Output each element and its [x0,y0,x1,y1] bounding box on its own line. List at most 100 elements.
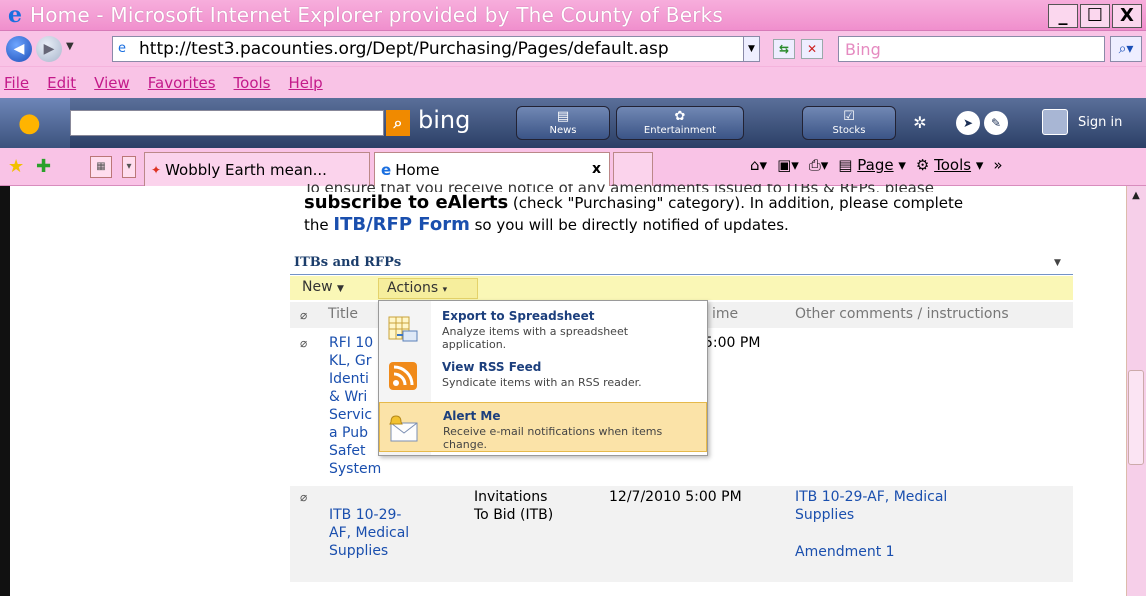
chevron-right-icon[interactable]: » [993,156,1002,174]
back-button[interactable]: ◀ [6,36,32,62]
add-favorites-icon[interactable]: ✚ [36,156,51,177]
scroll-up-icon[interactable]: ▲ [1128,190,1144,208]
actions-dropdown-menu: Export to Spreadsheet Analyze items with… [378,300,708,456]
settings-gear-icon[interactable]: ✲ [908,111,932,135]
tab-wobbly-earth[interactable]: ✦ Wobbly Earth mean... [144,152,370,186]
menu-item-view-rss[interactable]: View RSS Feed Syndicate items with an RS… [379,354,707,400]
scroll-thumb[interactable] [1128,370,1144,465]
page-menu-label: Page [857,156,894,174]
command-bar: ⌂▾ ▣▾ ⎙▾ ▤ Page ▾ ⚙ Tools ▾ » [750,156,1003,174]
intro-text: To ensure that you receive notice of any… [304,184,1084,236]
search-input[interactable] [839,37,1104,61]
subscribe-text: subscribe to eAlerts [304,192,509,213]
page-icon: e [118,41,126,56]
spreadsheet-icon [388,316,418,342]
bing-search-icon[interactable]: ⌕ [386,110,410,136]
alert-icon [389,415,418,442]
minimize-button[interactable]: _ [1048,4,1078,28]
menu-item-alert-me[interactable]: Alert Me Receive e-mail notifications wh… [379,402,707,452]
tab-home[interactable]: e Home x [374,152,610,186]
cursor-icon[interactable]: ➤ [956,111,980,135]
address-url[interactable]: http://test3.pacounties.org/Dept/Purchas… [139,39,739,59]
stocks-label: Stocks [832,125,866,136]
amendment-link[interactable]: Amendment 1 [795,543,895,561]
page-menu[interactable]: ▤ Page ▾ [838,156,906,174]
new-tab-button[interactable] [613,152,653,186]
stocks-button[interactable]: ☑ Stocks [802,106,896,140]
actions-label: Actions [387,280,439,296]
menu-file[interactable]: File [4,74,29,92]
column-comments[interactable]: Other comments / instructions [795,306,1009,322]
feeds-icon[interactable]: ▣▾ [777,156,799,174]
tools-menu[interactable]: ⚙ Tools ▾ [916,156,983,174]
favorites-star-icon[interactable]: ★ [8,156,24,177]
bing-toolbar: ● ⌕ bing ▤ News ✿ Entertainment ☑ Stocks… [0,98,1146,148]
history-dropdown[interactable]: ▼ [66,41,74,52]
stop-button[interactable]: ✕ [801,39,823,59]
wrench-icon[interactable]: ✎ [984,111,1008,135]
row1-time: 5:00 PM [704,335,761,351]
entertainment-button[interactable]: ✿ Entertainment [616,106,744,140]
address-bar[interactable]: e http://test3.pacounties.org/Dept/Purch… [112,36,760,62]
row1-title-line: Servic [329,407,373,423]
home-icon[interactable]: ⌂▾ [750,156,767,174]
menu-view[interactable]: View [94,74,130,92]
close-tab-icon[interactable]: x [592,161,601,177]
new-label: New [302,279,333,295]
tab-list-dropdown[interactable]: ▾ [122,156,136,178]
check-text: (check "Purchasing" category). In additi… [508,194,964,212]
menu-item-title: Alert Me [443,409,501,423]
menu-item-title: View RSS Feed [442,360,542,374]
avatar[interactable] [1042,109,1068,135]
address-toolbar: ◀ ▶ ▼ e http://test3.pacounties.org/Dept… [0,31,1146,66]
menu-item-export-spreadsheet[interactable]: Export to Spreadsheet Analyze items with… [379,303,707,353]
search-icon[interactable]: ⌕▾ [1110,36,1142,62]
new-menu-button[interactable]: New ▼ [302,279,344,295]
bing-search-input[interactable] [70,110,384,136]
tab-bar: ★ ✚ ▦ ▾ ✦ Wobbly Earth mean... e Home x … [0,148,1146,186]
row1-title-line: Identi [329,371,369,387]
column-title[interactable]: Title [328,306,358,322]
row2-title-line: AF, Medical [329,525,410,541]
row1-title-line: Safet [329,443,366,459]
webpart-menu-icon[interactable]: ▼ [1054,258,1061,268]
itb-rfp-form-link[interactable]: ITB/RFP Form [333,214,469,235]
row1-title-link[interactable]: RFI 10 KL, Gr Identi & Wri Servic a Pub … [329,334,381,478]
refresh-button[interactable]: ⇆ [773,39,795,59]
bing-logo: bing [418,106,471,134]
left-border [0,186,10,596]
news-label: News [549,125,577,136]
webpart-title: ITBs and RFPs [294,255,402,270]
address-dropdown[interactable]: ▼ [743,37,759,61]
row2-type: Invitations To Bid (ITB) [474,488,553,524]
search-box[interactable] [838,36,1105,62]
menu-favorites[interactable]: Favorites [148,74,216,92]
webpart-divider [290,274,1073,275]
bing-logo-icon: ● [18,108,41,138]
row2-title-line: ITB 10-29- [329,507,402,523]
quick-tabs-icon[interactable]: ▦ [90,156,112,178]
news-icon: ▤ [556,109,570,124]
news-favicon-icon: ✦ [151,162,162,177]
row2-time: 12/7/2010 5:00 PM [609,489,742,505]
print-icon[interactable]: ⎙▾ [809,156,829,174]
row2-title-line: Supplies [329,543,389,559]
close-window-button[interactable]: X [1112,4,1142,28]
column-time[interactable]: ime [712,306,738,322]
sign-in-link[interactable]: Sign in [1078,115,1122,130]
news-button[interactable]: ▤ News [516,106,610,140]
row2-comments-link[interactable]: ITB 10-29-AF, Medical Supplies [795,488,947,524]
window-controls: _ ☐ X [1048,4,1142,28]
forward-button[interactable]: ▶ [36,36,62,62]
row2-title-link[interactable]: ITB 10-29- AF, Medical Supplies [329,506,409,560]
stocks-icon: ☑ [843,109,855,124]
maximize-button[interactable]: ☐ [1080,4,1110,28]
menu-help[interactable]: Help [289,74,323,92]
attachment-column-icon: ⌀ [300,308,308,322]
actions-menu-button[interactable]: Actions ▾ [378,278,478,299]
row1-title-line: RFI 10 [329,335,374,351]
bing-bar-logo[interactable]: ● [0,98,70,148]
row2-comments-line: Supplies [795,507,855,523]
menu-edit[interactable]: Edit [47,74,76,92]
menu-tools[interactable]: Tools [234,74,271,92]
